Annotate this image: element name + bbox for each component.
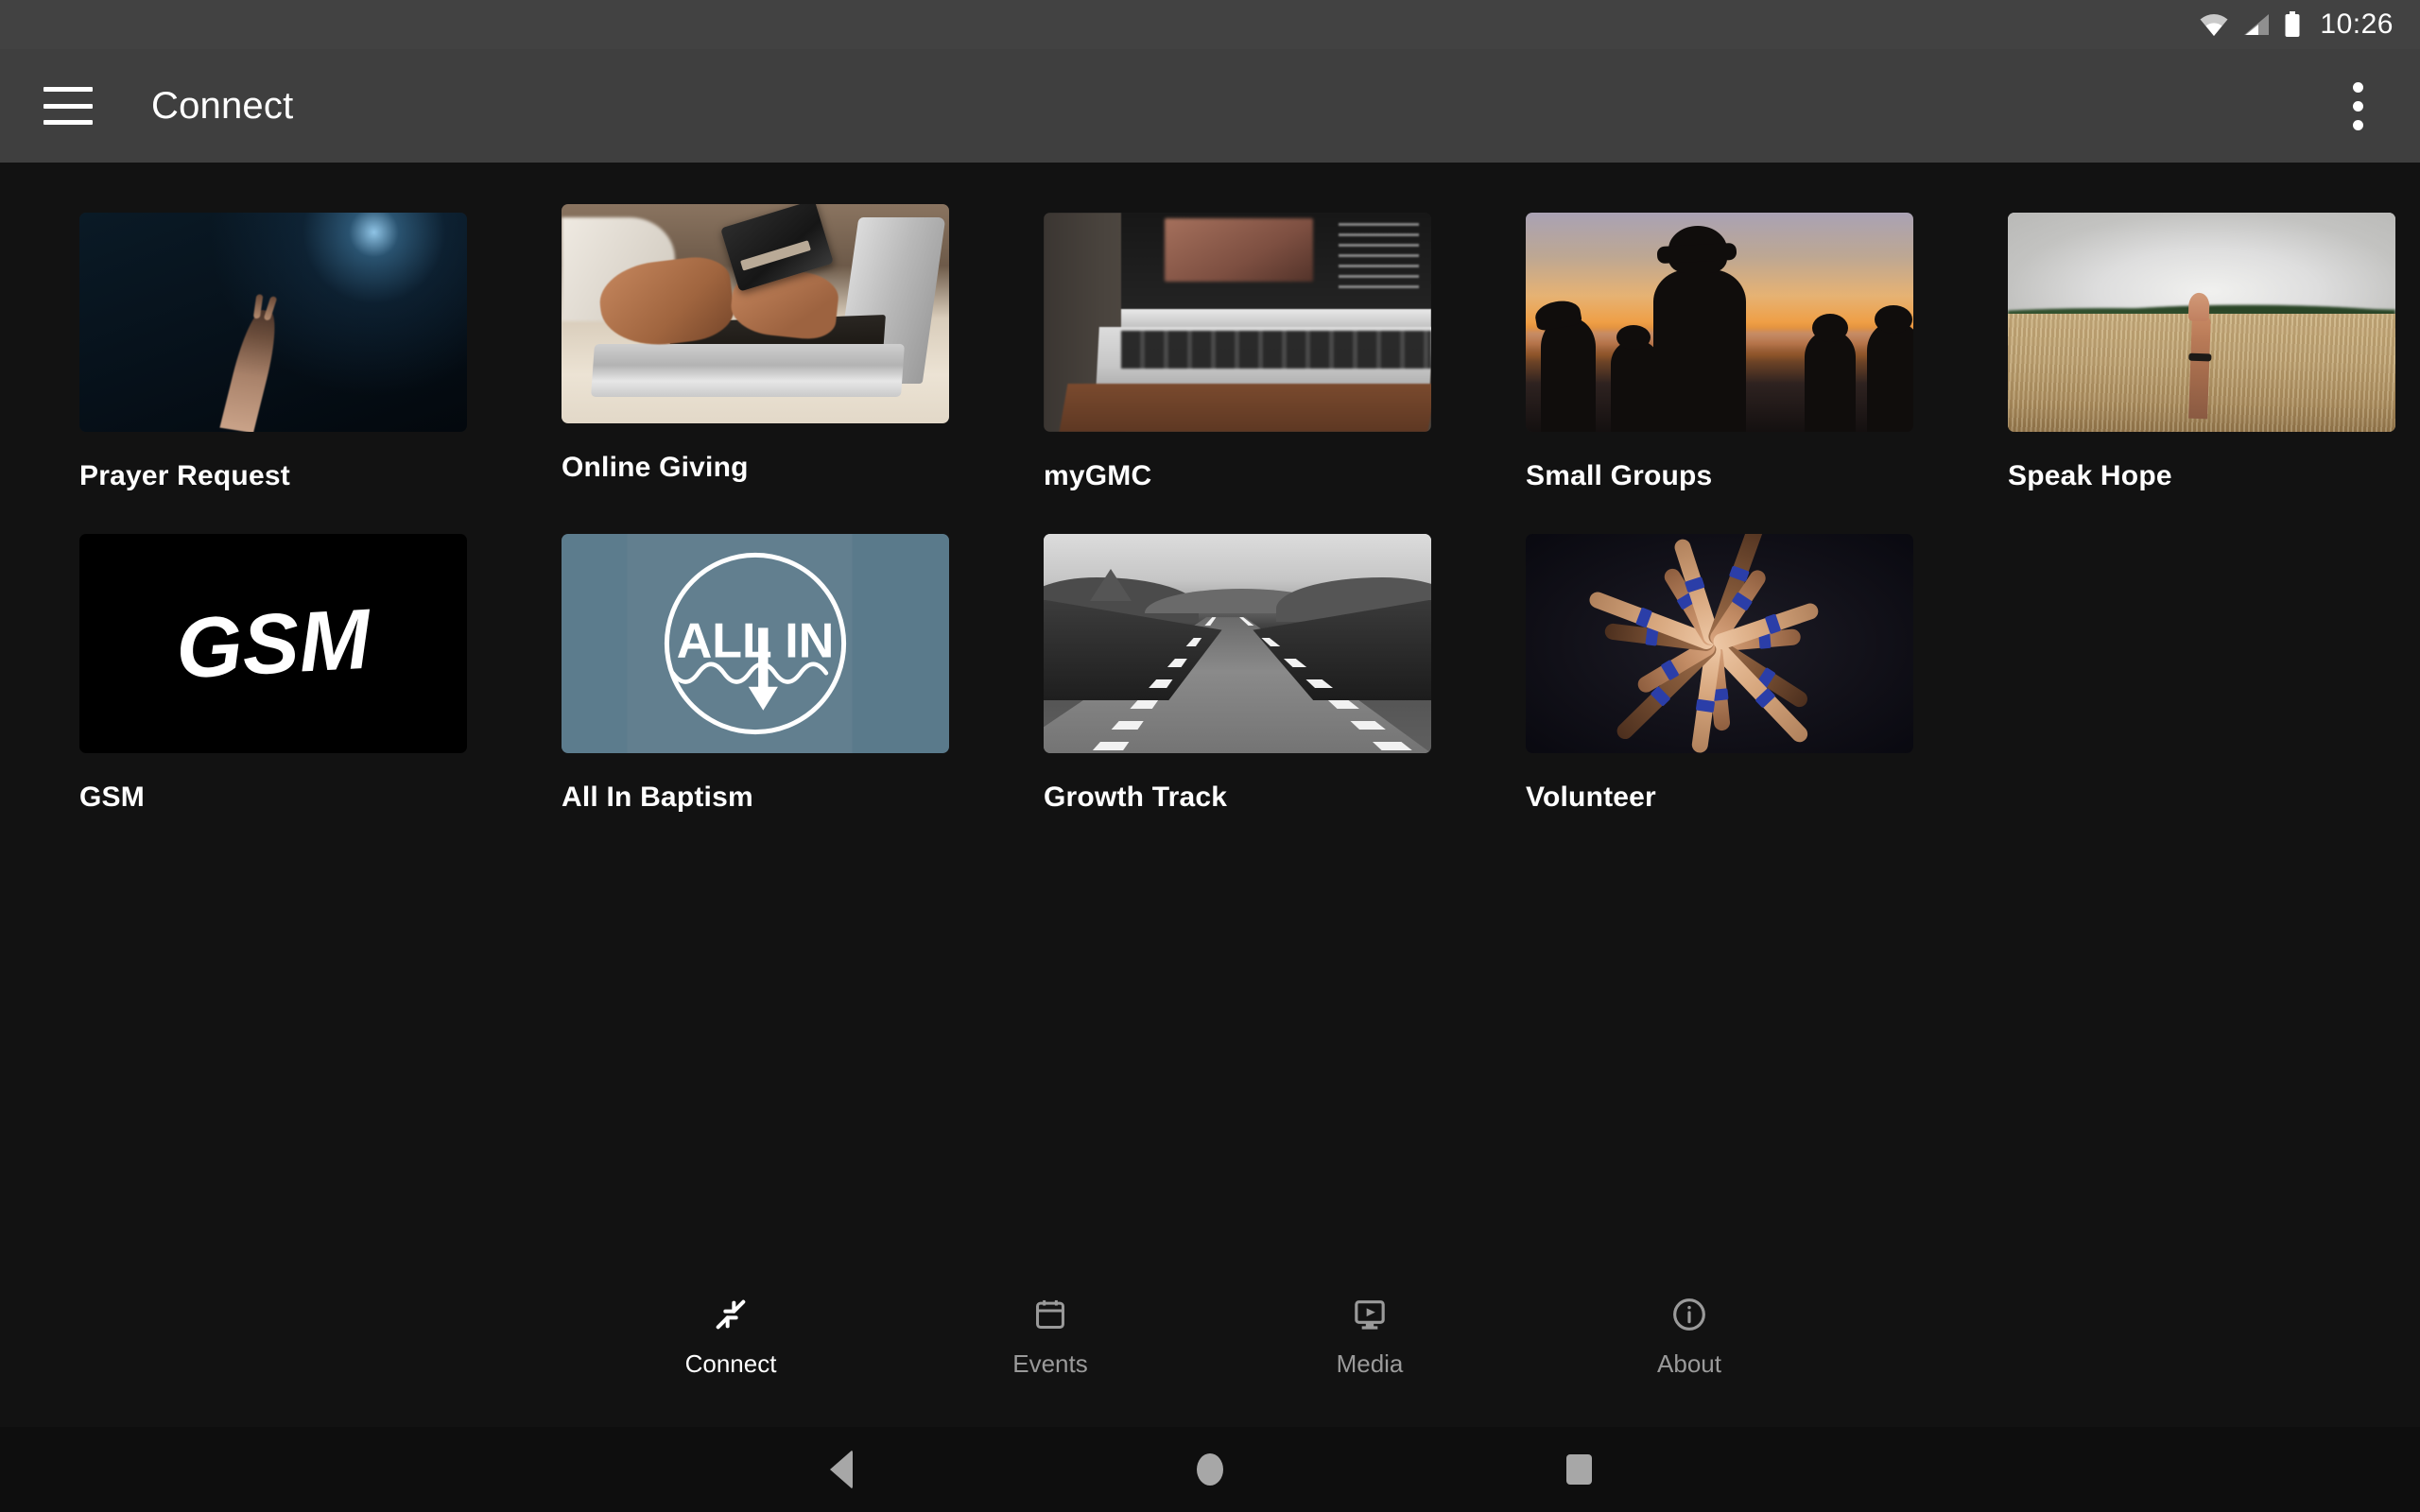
tile-image xyxy=(562,204,949,423)
nav-item-events[interactable]: Events xyxy=(890,1293,1210,1379)
tile-gsm[interactable]: GSM GSM xyxy=(79,534,562,814)
tile-mygmc[interactable]: myGMC xyxy=(1044,213,1526,492)
info-circle-icon xyxy=(1670,1293,1708,1336)
system-navigation-bar xyxy=(0,1427,2420,1512)
tile-image xyxy=(79,213,467,432)
overflow-menu-icon[interactable] xyxy=(2329,65,2386,146)
tile-image xyxy=(1526,213,1913,432)
tile-label: Growth Track xyxy=(1044,782,1228,813)
connect-arrows-icon xyxy=(712,1293,750,1336)
open-road-bw-artwork xyxy=(1044,534,1431,753)
tile-label: GSM xyxy=(79,782,145,813)
tile-online-giving[interactable]: Online Giving xyxy=(562,204,1044,492)
tile-image xyxy=(2008,213,2395,432)
raised-arm-wheat-field-artwork xyxy=(2008,213,2395,432)
tile-label: Prayer Request xyxy=(79,460,290,491)
gsm-logo-artwork: GSM xyxy=(79,534,467,753)
tile-small-groups[interactable]: Small Groups xyxy=(1526,213,2008,492)
tile-image xyxy=(1526,534,1913,753)
nav-item-connect[interactable]: Connect xyxy=(571,1293,890,1379)
status-time: 10:26 xyxy=(2320,9,2394,40)
gsm-brush-logo-icon: GSM xyxy=(174,593,374,697)
connect-content: Prayer Request Online Giving myGMC Small… xyxy=(0,163,2420,1268)
sunset-silhouettes-artwork xyxy=(1526,213,1913,432)
tile-all-in-baptism[interactable]: ALL IN All In Baptism xyxy=(562,534,1044,814)
wifi-icon xyxy=(2199,12,2229,37)
nav-item-about[interactable]: About xyxy=(1530,1293,1849,1379)
all-in-baptism-logo-artwork: ALL IN xyxy=(562,534,949,753)
nav-label: Events xyxy=(1012,1349,1088,1378)
tile-prayer-request[interactable]: Prayer Request xyxy=(79,213,562,492)
back-triangle-icon[interactable] xyxy=(799,1427,884,1512)
nav-label: Connect xyxy=(684,1349,777,1378)
tile-grid: Prayer Request Online Giving myGMC Small… xyxy=(0,204,2420,814)
app-bar: Connect xyxy=(0,49,2420,163)
tile-label: Volunteer xyxy=(1526,782,1656,813)
cellular-signal-icon xyxy=(2242,12,2271,37)
home-circle-icon[interactable] xyxy=(1167,1427,1253,1512)
tile-image: GSM xyxy=(79,534,467,753)
tile-label: Speak Hope xyxy=(2008,460,2172,491)
prayer-hand-light-artwork xyxy=(79,213,467,432)
all-in-logo-text: ALL IN xyxy=(677,614,835,669)
nav-label: Media xyxy=(1336,1349,1404,1378)
tile-speak-hope[interactable]: Speak Hope xyxy=(2008,213,2420,492)
recents-square-icon[interactable] xyxy=(1536,1427,1621,1512)
nav-item-media[interactable]: Media xyxy=(1210,1293,1530,1379)
tile-volunteer[interactable]: Volunteer xyxy=(1526,534,2008,814)
tile-label: Small Groups xyxy=(1526,460,1713,491)
gsm-logo-text: GSM xyxy=(174,593,374,697)
hamburger-menu-icon[interactable] xyxy=(43,87,93,125)
page-title: Connect xyxy=(151,84,294,127)
hands-circle-artwork xyxy=(1526,534,1913,753)
nav-label: About xyxy=(1657,1349,1721,1378)
status-bar: 10:26 xyxy=(0,0,2420,49)
laptop-desk-artwork xyxy=(1044,213,1431,432)
tile-image: ALL IN xyxy=(562,534,949,753)
calendar-icon xyxy=(1032,1293,1068,1336)
tile-growth-track[interactable]: Growth Track xyxy=(1044,534,1526,814)
tile-label: Online Giving xyxy=(562,452,749,483)
tile-label: All In Baptism xyxy=(562,782,753,813)
all-in-circle-wave-icon: ALL IN xyxy=(664,552,847,735)
tile-image xyxy=(1044,213,1431,432)
bottom-navigation: Connect Events Media About xyxy=(0,1268,2420,1427)
media-player-icon xyxy=(1351,1293,1389,1336)
battery-icon xyxy=(2284,11,2301,38)
tile-label: myGMC xyxy=(1044,460,1152,491)
credit-card-laptop-artwork xyxy=(562,204,949,423)
tile-image xyxy=(1044,534,1431,753)
